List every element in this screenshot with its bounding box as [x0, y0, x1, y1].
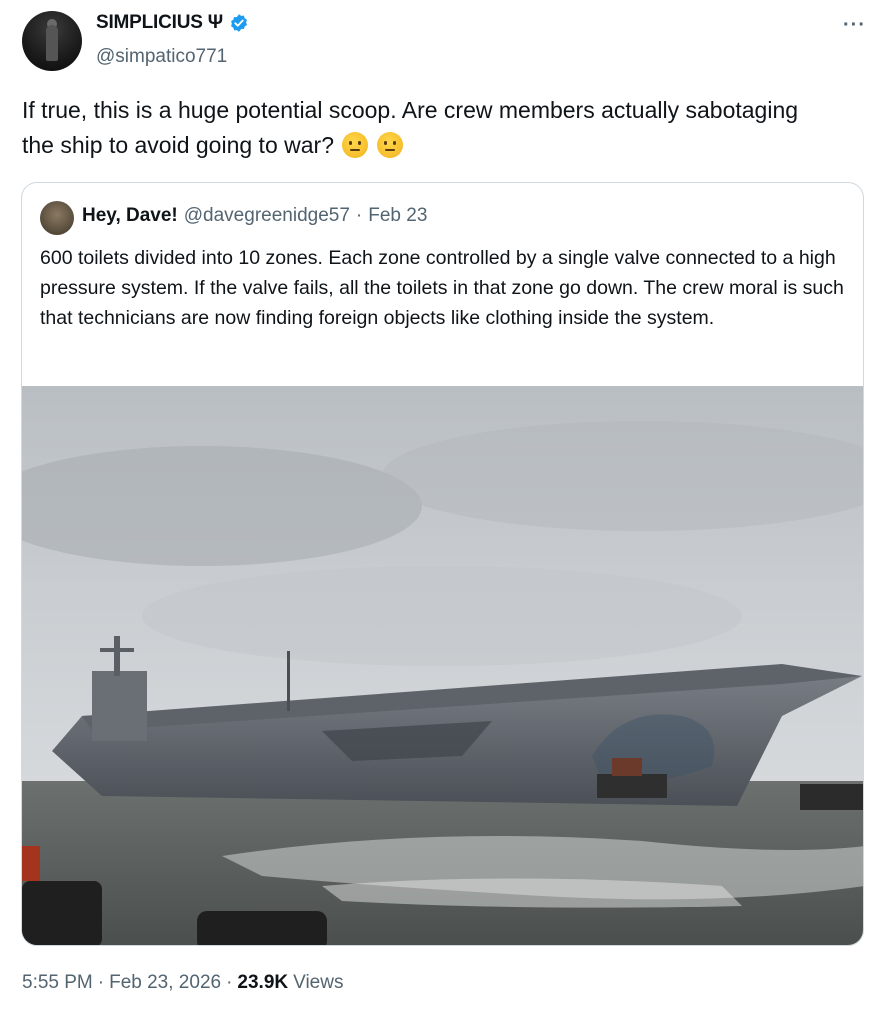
quoted-date: Feb 23: [368, 205, 428, 226]
author-handle[interactable]: @simpatico771: [96, 46, 227, 68]
views-count[interactable]: 23.9K: [237, 972, 288, 994]
mast: [114, 636, 120, 676]
cloud: [142, 566, 742, 666]
verified-badge-icon: [231, 14, 247, 32]
author-display-name[interactable]: SIMPLICIUS Ψ: [96, 12, 223, 34]
quoted-separator: ·: [355, 205, 363, 226]
tweet-text: If true, this is a huge potential scoop.…: [22, 93, 822, 163]
quoted-tweet-card[interactable]: Hey, Dave! @davegreenidge57 · Feb 23 600…: [21, 182, 864, 946]
author-avatar[interactable]: [22, 11, 82, 71]
tugboat-cabin: [612, 758, 642, 776]
footer-separator: ·: [226, 972, 233, 993]
author-name-row: SIMPLICIUS Ψ: [96, 12, 249, 34]
bollard: [22, 881, 102, 945]
quoted-handle: @davegreenidge57: [183, 205, 350, 226]
tugboat-right: [800, 784, 863, 810]
crane-mast: [287, 651, 290, 711]
avatar-figure-body: [46, 25, 58, 61]
footer-separator: ·: [97, 972, 105, 993]
quoted-author-avatar: [40, 201, 74, 235]
tweet-body: If true, this is a huge potential scoop.…: [22, 97, 799, 158]
quoted-tweet-header: Hey, Dave! @davegreenidge57 · Feb 23: [82, 205, 427, 227]
tugboat: [597, 774, 667, 798]
aircraft-carrier-photo[interactable]: [22, 386, 864, 946]
quoted-tweet-text: 600 toilets divided into 10 zones. Each …: [40, 247, 844, 329]
face-with-raised-eyebrow-icon: [376, 132, 403, 158]
tweet-date[interactable]: Feb 23, 2026: [109, 972, 221, 994]
bollard: [197, 911, 327, 945]
views-label: Views: [293, 972, 344, 993]
tweet-footer: 5:55 PM · Feb 23, 2026 · 23.9K Views: [22, 972, 343, 994]
quoted-display-name: Hey, Dave!: [82, 205, 178, 226]
red-buoy: [22, 846, 40, 881]
more-options-icon[interactable]: ···: [843, 14, 866, 37]
island-superstructure: [92, 671, 147, 741]
mast-crossbar: [100, 648, 134, 652]
tweet-time[interactable]: 5:55 PM: [22, 972, 93, 994]
thinking-face-icon: [342, 132, 369, 158]
